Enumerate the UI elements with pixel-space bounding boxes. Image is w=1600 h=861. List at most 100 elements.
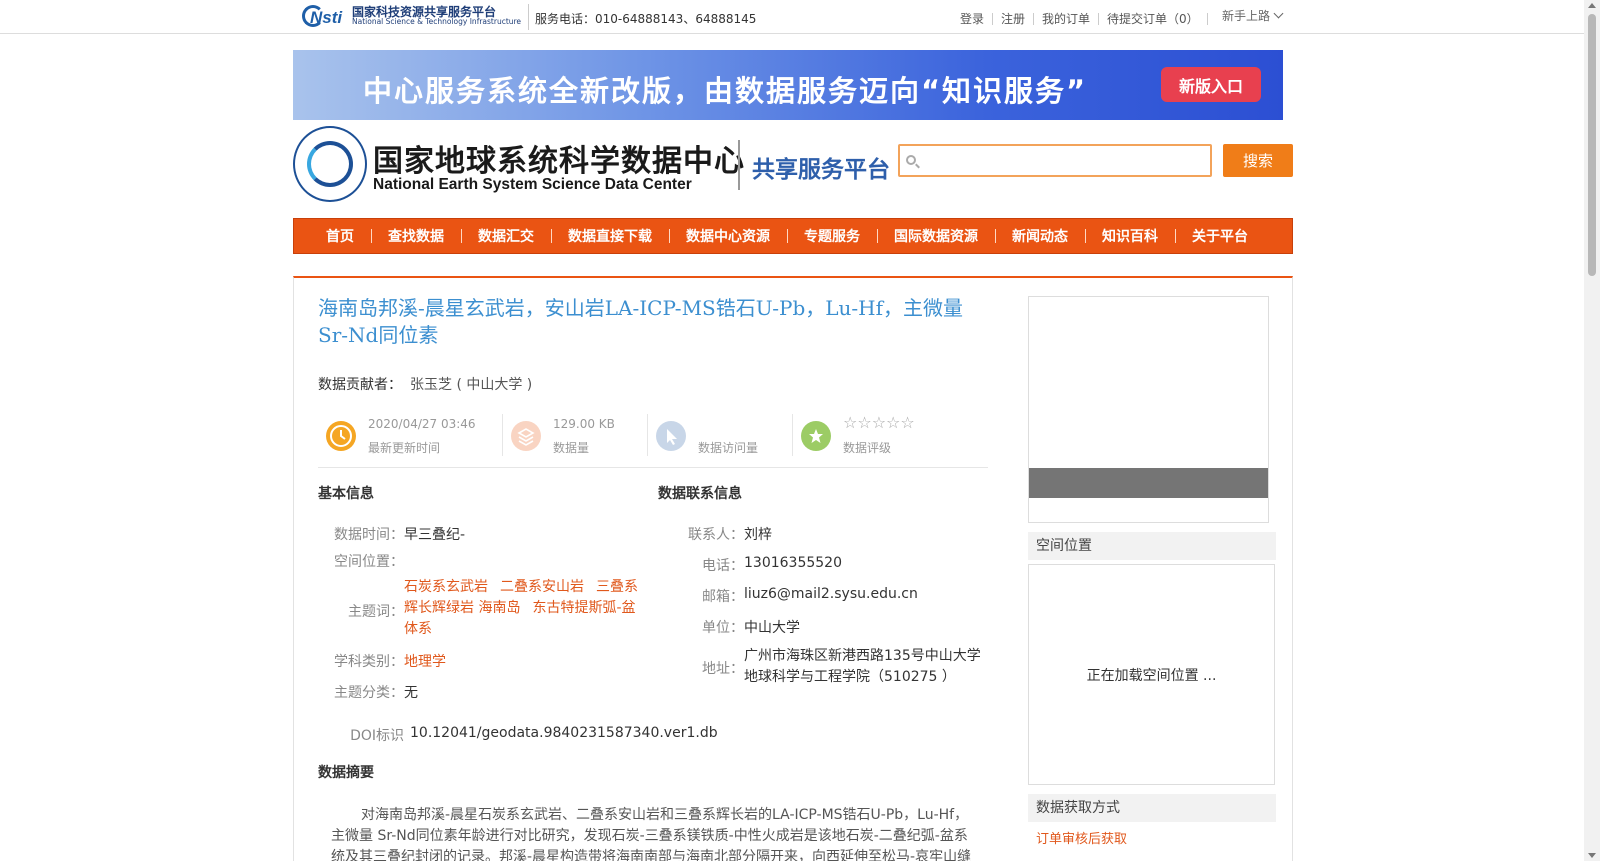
nav-item-topic-services[interactable]: 专题服务 — [787, 226, 877, 246]
service-phone: 服务电话：010-64888143、64888145 — [535, 12, 757, 26]
novice-guide-dropdown[interactable]: 新手上路 — [1222, 7, 1284, 24]
header-divider — [738, 140, 740, 190]
rating-stars[interactable]: ☆☆☆☆☆ — [843, 413, 915, 432]
scroll-down-arrow-icon[interactable] — [1588, 853, 1596, 858]
data-time-label: 数据时间： — [334, 527, 404, 543]
nav-item-international[interactable]: 国际数据资源 — [877, 226, 995, 246]
keywords-label: 主题词： — [348, 604, 404, 620]
access-method-heading: 数据获取方式 — [1028, 794, 1276, 822]
subject-row: 学科类别： 地理学 — [318, 651, 446, 671]
map-loading-text: 正在加载空间位置 ... — [1086, 667, 1217, 684]
chevron-down-icon — [1273, 8, 1284, 19]
nav-item-home[interactable]: 首页 — [309, 226, 371, 246]
contact-person-row: 联系人： 刘梓 — [658, 524, 772, 544]
visits-label: 数据访问量 — [698, 441, 759, 455]
novice-guide-label: 新手上路 — [1222, 9, 1271, 23]
contact-info-heading: 数据联系信息 — [658, 486, 742, 502]
nav-item-find-data[interactable]: 查找数据 — [371, 226, 461, 246]
subject-value[interactable]: 地理学 — [404, 651, 446, 671]
keyword-tag[interactable]: 二叠系安山岩 — [500, 579, 584, 595]
site-name-en: National Earth System Science Data Cente… — [373, 176, 692, 193]
scrollbar-thumb[interactable] — [1588, 14, 1596, 276]
doi-value[interactable]: 10.12041/geodata.9840231587340.ver1.db — [410, 725, 718, 745]
contributor-value: 张玉芝 ( 中山大学 ) — [410, 377, 533, 393]
stat-updated: 2020/04/27 03:46 最新更新时间 — [318, 412, 503, 460]
spatial-location-heading: 空间位置 — [1028, 532, 1276, 560]
nsti-logo[interactable]: Nsti 国家科技资源共享服务平台 National Science & Tec… — [300, 3, 524, 29]
updated-value: 2020/04/27 03:46 — [368, 417, 476, 431]
dataset-stats: 2020/04/27 03:46 最新更新时间 129.00 KB 数据量 数据… — [318, 412, 988, 468]
site-logo[interactable]: 国家地球系统科学数据中心 National Earth System Scien… — [293, 126, 745, 202]
contact-person-label: 联系人： — [688, 527, 744, 543]
contact-phone-row: 电话： 13016355520 — [658, 555, 842, 575]
updated-label: 最新更新时间 — [368, 441, 441, 455]
spatial-row: 空间位置： — [318, 551, 404, 571]
page-scrollbar[interactable] — [1584, 0, 1600, 861]
keyword-tag[interactable]: 海南岛 — [478, 600, 520, 616]
contact-address-value: 广州市海珠区新港西路135号中山大学地球科学与工程学院（510275 ） — [744, 648, 981, 685]
contact-phone-label: 电话： — [702, 558, 744, 574]
new-version-button[interactable]: 新版入口 — [1161, 67, 1261, 102]
user-links: 登录 注册 我的订单 待提交订单（0） — [960, 10, 1216, 27]
contact-org-value: 中山大学 — [744, 620, 800, 636]
clock-icon — [326, 421, 356, 451]
category-row: 主题分类： 无 — [318, 682, 418, 702]
star-badge-icon — [801, 421, 831, 451]
contact-org-label: 单位： — [702, 620, 744, 636]
contact-phone-value: 13016355520 — [744, 555, 842, 571]
contributor-label: 数据贡献者： — [318, 377, 402, 393]
stat-visits: 数据访问量 — [648, 412, 793, 460]
search-button[interactable]: 搜索 — [1223, 144, 1293, 177]
data-time-value: 早三叠纪- — [404, 527, 466, 543]
pending-orders-link[interactable]: 待提交订单（0） — [1107, 10, 1199, 27]
top-bar: Nsti 国家科技资源共享服务平台 National Science & Tec… — [0, 0, 1584, 34]
doi-row: DOI标识 10.12041/geodata.9840231587340.ver… — [318, 725, 718, 745]
spatial-label: 空间位置： — [334, 554, 404, 570]
nav-item-news[interactable]: 新闻动态 — [995, 226, 1085, 246]
contact-email-value[interactable]: liuz6@mail2.sysu.edu.cn — [744, 586, 918, 606]
site-name-cn: 国家地球系统科学数据中心 — [373, 144, 745, 179]
access-method-value: 订单审核后获取 — [1036, 832, 1128, 847]
search-icon — [906, 155, 916, 165]
contact-address-label: 地址： — [702, 661, 744, 677]
category-label: 主题分类： — [334, 685, 404, 701]
nav-item-data-submission[interactable]: 数据汇交 — [461, 226, 551, 246]
keywords-label-row: 主题词： — [318, 601, 404, 621]
keyword-tag[interactable]: 石炭系玄武岩 — [404, 579, 488, 595]
spatial-map[interactable]: 正在加载空间位置 ... — [1028, 564, 1275, 785]
contact-email-row: 邮箱： liuz6@mail2.sysu.edu.cn — [658, 586, 918, 606]
nav-item-encyclopedia[interactable]: 知识百科 — [1085, 226, 1175, 246]
contact-address-value-box: 广州市海珠区新港西路135号中山大学地球科学与工程学院（510275 ） — [744, 646, 984, 688]
my-orders-link[interactable]: 我的订单 — [1042, 10, 1090, 27]
announcement-banner[interactable]: 中心服务系统全新改版，由数据服务迈向“知识服务” 新版入口 — [293, 50, 1283, 120]
search-input[interactable] — [924, 150, 1208, 172]
keywords-list: 石炭系玄武岩 二叠系安山岩 三叠系辉长辉绿岩 海南岛 东古特提斯弧-盆体系 — [404, 577, 649, 640]
nsti-logo-en: National Science & Technology Infrastruc… — [352, 17, 522, 27]
login-link[interactable]: 登录 — [960, 10, 984, 27]
category-value: 无 — [404, 685, 418, 701]
nav-item-direct-download[interactable]: 数据直接下载 — [551, 226, 669, 246]
contact-address-label-row: 地址： — [658, 658, 744, 678]
data-time-row: 数据时间： 早三叠纪- — [318, 524, 465, 544]
layers-icon — [511, 421, 541, 451]
earth-center-emblem-icon — [293, 126, 367, 202]
scroll-up-arrow-icon[interactable] — [1588, 3, 1596, 8]
nav-item-center-resources[interactable]: 数据中心资源 — [669, 226, 787, 246]
basic-info-heading: 基本信息 — [318, 486, 374, 502]
size-label: 数据量 — [553, 441, 590, 455]
size-value: 129.00 KB — [553, 417, 615, 431]
stat-rating: ☆☆☆☆☆ 数据评级 — [793, 412, 988, 460]
contact-email-label: 邮箱： — [702, 589, 744, 605]
dataset-preview-image[interactable] — [1028, 296, 1269, 523]
platform-title: 共享服务平台 — [752, 157, 890, 183]
contact-person-value: 刘梓 — [744, 527, 772, 543]
contributor: 数据贡献者： 张玉芝 ( 中山大学 ) — [318, 374, 532, 394]
doi-label: DOI标识 — [350, 728, 404, 744]
cursor-icon — [656, 421, 686, 451]
stat-size: 129.00 KB 数据量 — [503, 412, 648, 460]
topbar-divider — [528, 4, 529, 30]
banner-text: 中心服务系统全新改版，由数据服务迈向“知识服务” — [363, 74, 1088, 108]
preview-caption-bar — [1029, 468, 1268, 498]
register-link[interactable]: 注册 — [1001, 10, 1025, 27]
nav-item-about[interactable]: 关于平台 — [1175, 226, 1265, 246]
